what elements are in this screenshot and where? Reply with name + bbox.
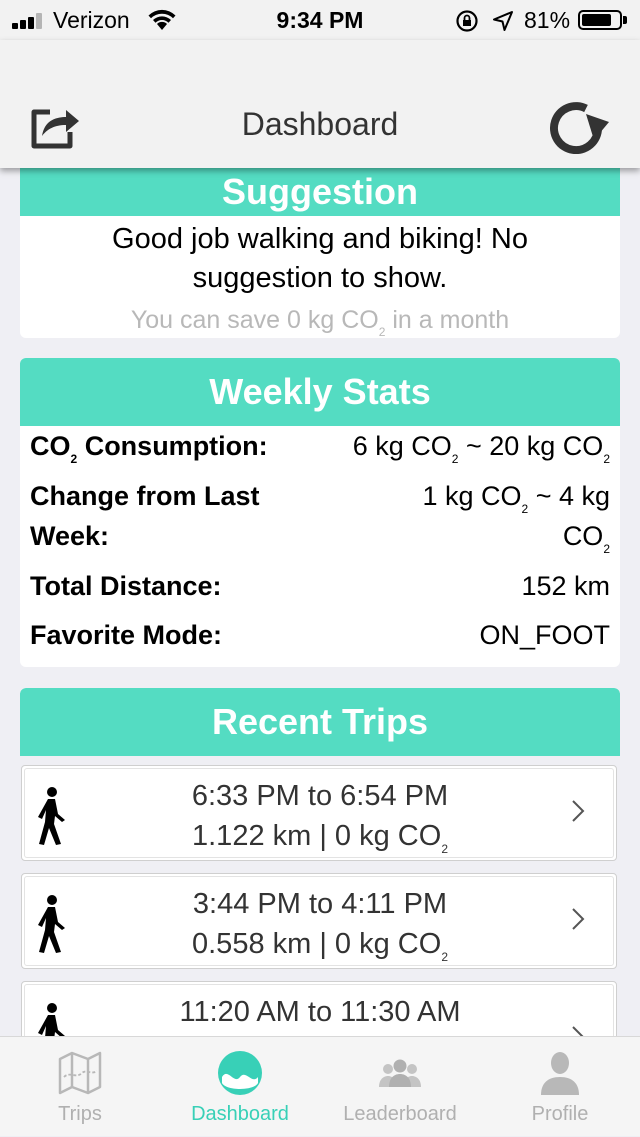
battery-icon: [578, 10, 622, 30]
battery-percent: 81%: [524, 7, 571, 33]
tab-profile[interactable]: Profile: [480, 1037, 640, 1137]
co2-consumption-label: CO2 Consumption:: [30, 426, 268, 466]
suggestion-text: Good job walking and biking! No suggesti…: [112, 223, 528, 294]
suggestion-savings: You can save 0 kg CO2 in a month: [20, 306, 620, 338]
dashboard-content[interactable]: Suggestion Good job walking and biking! …: [0, 168, 640, 1036]
trip-detail-sub: 2: [441, 842, 448, 856]
trip-time: 6:33 PM to 6:54 PM: [191, 780, 449, 812]
change-value-sub-b: 2: [603, 542, 610, 556]
trip-detail: 1.122 km | 0 kg CO2: [22, 820, 618, 856]
co2-value-low: 6 kg CO: [352, 431, 452, 461]
battery-tip: [623, 16, 627, 24]
favorite-mode-label: Favorite Mode:: [30, 620, 223, 650]
refresh-icon[interactable]: [550, 102, 610, 154]
tab-label: Dashboard: [191, 1103, 289, 1125]
trip-detail-text: 1.122 km | 0 kg CO: [192, 820, 442, 852]
change-value-unit: CO: [562, 521, 604, 551]
change-label: Change from Last Week:: [30, 476, 260, 556]
page-title: Dashboard: [241, 106, 399, 142]
change-value: 1 kg CO2 ~ 4 kg CO2: [422, 476, 610, 556]
recent-trips-header: Recent Trips: [20, 688, 620, 756]
suggestion-header: Suggestion: [20, 168, 620, 216]
tab-dashboard[interactable]: Dashboard: [160, 1037, 320, 1137]
co2-value-high: ~ 20 kg CO: [458, 431, 604, 461]
group-icon: [379, 1059, 421, 1087]
chevron-right-icon: [572, 908, 585, 930]
tab-label: Leaderboard: [343, 1103, 457, 1125]
tab-bar: Trips Dashboard Leaderboard Profile: [0, 1036, 640, 1136]
total-distance-label: Total Distance:: [30, 571, 222, 601]
savings-suffix: in a month: [385, 306, 510, 334]
co2-value-sub-b: 2: [603, 452, 610, 466]
profile-icon: [541, 1052, 579, 1095]
savings-prefix: You can save 0 kg CO: [130, 306, 379, 334]
battery-fill: [582, 14, 611, 26]
map-icon: [58, 1051, 102, 1095]
favorite-mode-value: ON_FOOT: [479, 620, 610, 650]
change-value-high: ~ 4 kg: [528, 481, 610, 511]
trip-row[interactable]: 11:20 AM to 11:30 AM: [21, 981, 617, 1036]
trip-row[interactable]: 3:44 PM to 4:11 PM 0.558 km | 0 kg CO2: [21, 873, 617, 969]
trip-row[interactable]: 6:33 PM to 6:54 PM 1.122 km | 0 kg CO2: [21, 765, 617, 861]
tab-trips[interactable]: Trips: [0, 1037, 160, 1137]
weekly-stats-header: Weekly Stats: [20, 358, 620, 426]
trip-detail: 0.558 km | 0 kg CO2: [22, 928, 618, 964]
trip-time: 11:20 AM to 11:30 AM: [179, 996, 461, 1028]
nav-bar: Dashboard: [0, 40, 640, 168]
change-value-low: 1 kg CO: [422, 481, 522, 511]
dashboard-icon: [218, 1051, 262, 1095]
rotation-lock-icon: [456, 10, 478, 32]
trip-detail-sub: 2: [441, 950, 448, 964]
recent-trips-card: Recent Trips 6:33 PM to 6:54 PM 1.122 km…: [20, 688, 620, 1036]
co2-label-suffix: Consumption:: [77, 431, 268, 461]
co2-consumption-value: 6 kg CO2 ~ 20 kg CO2: [353, 426, 610, 466]
status-bar: Verizon 9:34 PM 81%: [0, 0, 640, 40]
chevron-right-icon: [572, 1026, 584, 1036]
tab-label: Profile: [531, 1103, 589, 1125]
location-icon: [493, 11, 513, 31]
chevron-right-icon: [572, 800, 585, 822]
suggestion-card: Suggestion Good job walking and biking! …: [20, 168, 620, 338]
weekly-stats-card: Weekly Stats CO2 Consumption: 6 kg CO2 ~…: [20, 358, 620, 667]
trip-detail-text: 0.558 km | 0 kg CO: [192, 928, 442, 960]
tab-leaderboard[interactable]: Leaderboard: [320, 1037, 480, 1137]
co2-label-prefix: CO: [30, 431, 71, 461]
total-distance-value: 152 km: [521, 571, 610, 601]
trip-time: 3:44 PM to 4:11 PM: [192, 888, 448, 920]
change-label-line2: Week:: [30, 521, 110, 551]
tab-label: Trips: [58, 1103, 102, 1125]
change-label-line1: Change from Last: [30, 481, 260, 511]
